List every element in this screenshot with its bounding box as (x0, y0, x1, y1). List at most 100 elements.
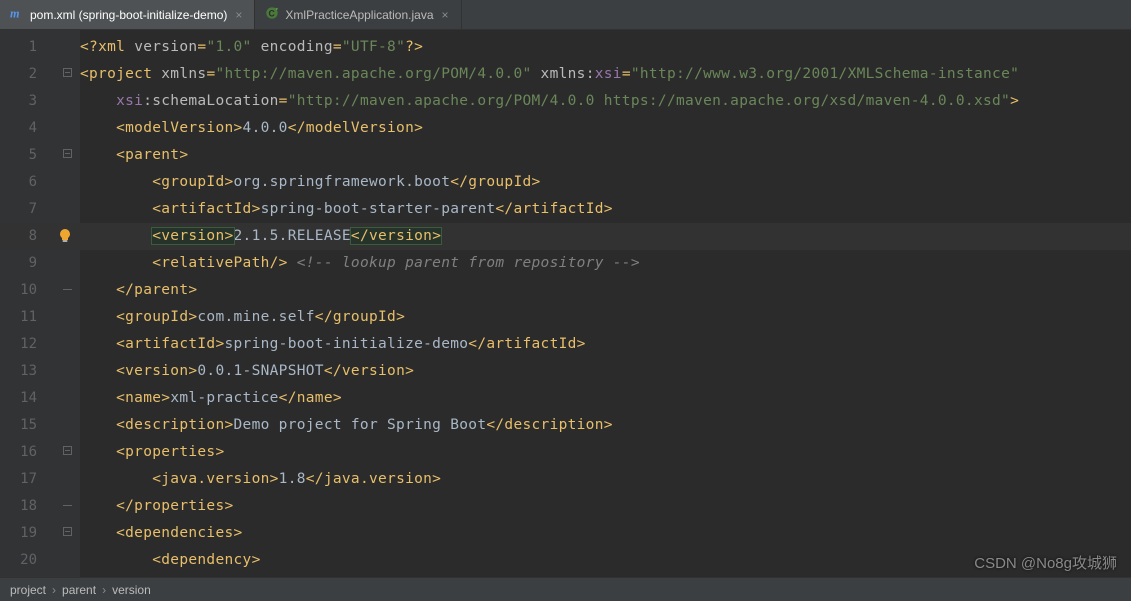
code-line[interactable]: <?xml version="1.0" encoding="UTF-8"?> (80, 34, 1131, 61)
chevron-right-icon: › (102, 583, 106, 597)
code-token: = (279, 93, 288, 109)
code-line[interactable]: <dependencies> (80, 520, 1131, 547)
code-token: ?> (405, 39, 423, 55)
java-class-icon: C (265, 6, 279, 23)
code-token: <dependency> (152, 552, 260, 568)
code-token: <groupId> (116, 309, 197, 325)
code-token: > (1010, 93, 1019, 109)
code-token: 2.1.5.RELEASE (234, 228, 351, 244)
code-token: = (333, 39, 342, 55)
code-line[interactable]: <groupId>org.springframework.boot</group… (80, 169, 1131, 196)
close-icon[interactable]: × (233, 8, 244, 22)
code-line[interactable]: <name>xml-practice</name> (80, 385, 1131, 412)
code-token: spring-boot-initialize-demo (224, 336, 468, 352)
code-token: </artifactId> (495, 201, 612, 217)
code-token: <project (80, 66, 161, 82)
code-token: spring-boot-starter-parent (261, 201, 496, 217)
fold-end-icon (63, 505, 72, 506)
intention-bulb-icon[interactable] (57, 228, 73, 244)
code-line[interactable]: <description>Demo project for Spring Boo… (80, 412, 1131, 439)
code-token: <relativePath/> (152, 255, 287, 271)
code-line[interactable]: <java.version>1.8</java.version> (80, 466, 1131, 493)
code-token: <modelVersion> (116, 120, 242, 136)
code-token: 0.0.1-SNAPSHOT (197, 363, 323, 379)
code-line[interactable]: </properties> (80, 493, 1131, 520)
code-token: <description> (116, 417, 233, 433)
code-line[interactable]: <parent> (80, 142, 1131, 169)
code-token: </properties> (116, 498, 233, 514)
code-token: </version> (351, 228, 441, 244)
code-token: xml-practice (170, 390, 278, 406)
breadcrumb-item[interactable]: parent (62, 583, 96, 597)
code-area[interactable]: <?xml version="1.0" encoding="UTF-8"?><p… (80, 30, 1131, 577)
code-token: version (134, 39, 197, 55)
code-token: 1.8 (279, 471, 306, 487)
code-token: <version> (152, 228, 233, 244)
code-token: :schemaLocation (143, 93, 278, 109)
code-token: = (622, 66, 631, 82)
close-icon[interactable]: × (440, 8, 451, 22)
tab-pom-xml[interactable]: m pom.xml (spring-boot-initialize-demo) … (0, 0, 255, 29)
code-token: <parent> (116, 147, 188, 163)
code-line[interactable]: <project xmlns="http://maven.apache.org/… (80, 61, 1131, 88)
code-line[interactable]: <artifactId>spring-boot-starter-parent</… (80, 196, 1131, 223)
tab-bar: m pom.xml (spring-boot-initialize-demo) … (0, 0, 1131, 30)
code-line[interactable]: <version>0.0.1-SNAPSHOT</version> (80, 358, 1131, 385)
code-token: org.springframework.boot (234, 174, 451, 190)
code-token: <artifactId> (116, 336, 224, 352)
fold-toggle-icon[interactable] (63, 527, 72, 536)
code-token: <artifactId> (152, 201, 260, 217)
code-token: xmlns (161, 66, 206, 82)
fold-toggle-icon[interactable] (63, 149, 72, 158)
svg-text:m: m (10, 6, 20, 20)
code-token: </java.version> (306, 471, 441, 487)
code-token: </version> (324, 363, 414, 379)
code-token: "1.0" (206, 39, 251, 55)
code-token: </description> (486, 417, 612, 433)
code-token: 4.0.0 (243, 120, 288, 136)
code-token: Demo project for Spring Boot (234, 417, 487, 433)
code-token: <name> (116, 390, 170, 406)
code-token: <groupId> (152, 174, 233, 190)
chevron-right-icon: › (52, 583, 56, 597)
code-token: </groupId> (315, 309, 405, 325)
code-token: xml (98, 39, 134, 55)
code-token: </parent> (116, 282, 197, 298)
code-line[interactable]: <version>2.1.5.RELEASE</version> (80, 223, 1131, 250)
fold-toggle-icon[interactable] (63, 446, 72, 455)
code-line[interactable]: <modelVersion>4.0.0</modelVersion> (80, 115, 1131, 142)
tab-java-file[interactable]: C XmlPracticeApplication.java × (255, 0, 461, 29)
code-line[interactable]: <relativePath/> <!-- lookup parent from … (80, 250, 1131, 277)
maven-icon: m (10, 6, 24, 23)
code-line[interactable]: <properties> (80, 439, 1131, 466)
code-token: </modelVersion> (288, 120, 423, 136)
code-token: </artifactId> (468, 336, 585, 352)
code-token (532, 66, 541, 82)
fold-end-icon (63, 289, 72, 290)
code-token: "http://www.w3.org/2001/XMLSchema-instan… (631, 66, 1019, 82)
code-line[interactable]: </parent> (80, 277, 1131, 304)
tab-label: XmlPracticeApplication.java (285, 8, 433, 22)
tab-label: pom.xml (spring-boot-initialize-demo) (30, 8, 227, 22)
code-token: </name> (279, 390, 342, 406)
code-token: "UTF-8" (342, 39, 405, 55)
code-token: <!-- lookup parent from repository --> (297, 255, 640, 271)
code-token: <dependencies> (116, 525, 242, 541)
fold-toggle-icon[interactable] (63, 68, 72, 77)
svg-text:C: C (269, 9, 276, 19)
watermark: CSDN @No8g攻城狮 (974, 552, 1117, 573)
code-token (252, 39, 261, 55)
code-token: encoding (261, 39, 333, 55)
code-editor[interactable]: 1234567891011121314151617181920 <?xml ve… (0, 30, 1131, 577)
code-token: <version> (116, 363, 197, 379)
code-token: <properties> (116, 444, 224, 460)
code-line[interactable]: <groupId>com.mine.self</groupId> (80, 304, 1131, 331)
breadcrumb-item[interactable]: project (10, 583, 46, 597)
breadcrumb-item[interactable]: version (112, 583, 151, 597)
code-token (288, 255, 297, 271)
code-line[interactable]: xsi:schemaLocation="http://maven.apache.… (80, 88, 1131, 115)
code-token: <? (80, 39, 98, 55)
code-line[interactable]: <artifactId>spring-boot-initialize-demo<… (80, 331, 1131, 358)
code-token: xsi (116, 93, 143, 109)
code-token: "http://maven.apache.org/POM/4.0.0 https… (288, 93, 1010, 109)
